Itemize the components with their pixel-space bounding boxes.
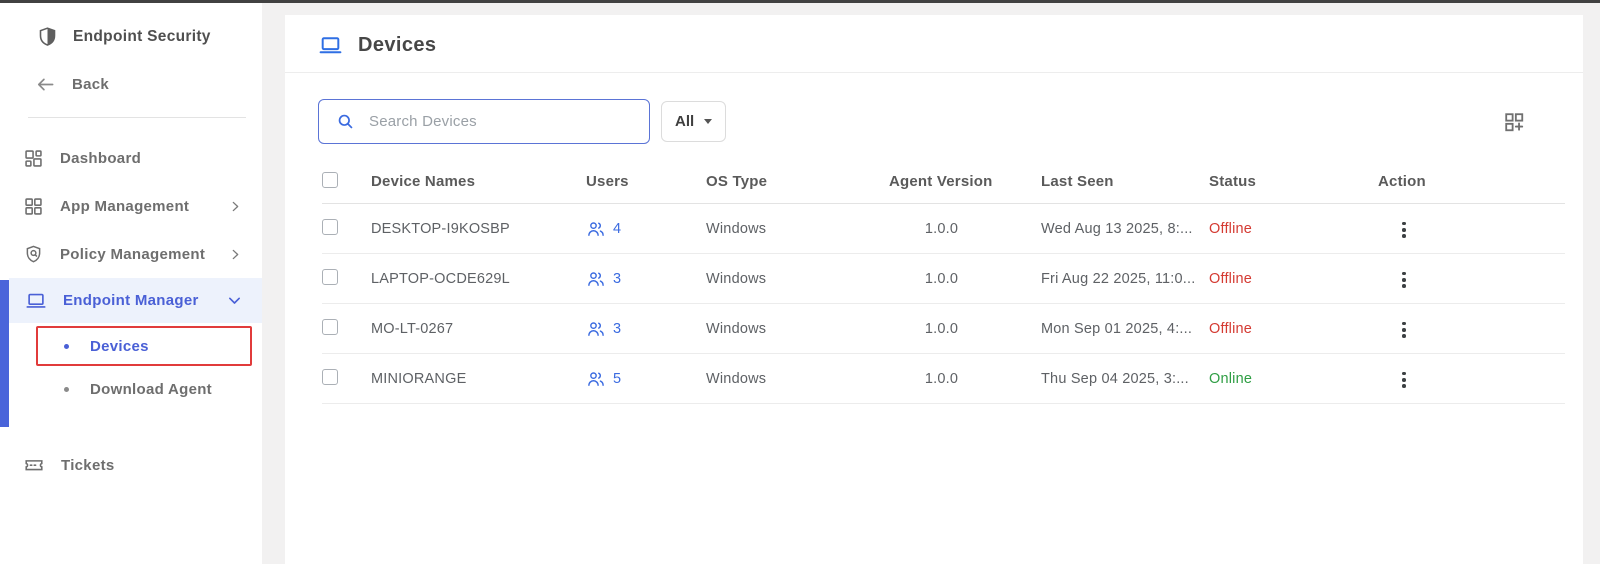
devices-panel: Devices All (285, 15, 1583, 564)
last-seen: Fri Aug 22 2025, 11:0... (1041, 271, 1209, 287)
table-row: LAPTOP-OCDE629L 3 Windows (322, 254, 1565, 304)
sidebar-item-label: App Management (60, 198, 229, 215)
table-header-row: Device Names Users OS Type Agent Version… (322, 160, 1565, 204)
os-type: Windows (706, 271, 889, 287)
chevron-down-icon (227, 293, 242, 308)
agent-version: 1.0.0 (889, 371, 994, 387)
device-name: DESKTOP-I9KOSBP (371, 221, 586, 237)
column-header-users: Users (586, 173, 706, 190)
shield-logo-icon (37, 25, 58, 48)
column-header-agent-version: Agent Version (889, 173, 1041, 190)
app-logo: Endpoint Security (0, 3, 262, 48)
kebab-menu-icon[interactable] (1392, 316, 1416, 344)
filter-value: All (675, 113, 694, 130)
main-content: Devices All (262, 3, 1600, 564)
search-input[interactable] (369, 113, 619, 130)
devices-table: Device Names Users OS Type Agent Version… (285, 160, 1583, 404)
users-icon (586, 269, 606, 289)
page-title: Devices (358, 34, 436, 57)
os-type: Windows (706, 371, 889, 387)
laptop-icon (318, 33, 343, 58)
endpoint-manager-section: Endpoint Manager Devices Download Agent (0, 278, 262, 427)
users-count[interactable]: 3 (613, 321, 621, 337)
column-header-status: Status (1209, 173, 1378, 190)
users-count[interactable]: 3 (613, 271, 621, 287)
sidebar-item-label: Policy Management (60, 246, 229, 263)
agent-version: 1.0.0 (889, 321, 994, 337)
table-row: DESKTOP-I9KOSBP 4 Windows (322, 204, 1565, 254)
users-icon (586, 219, 606, 239)
sidebar: Endpoint Security Back (0, 3, 262, 564)
last-seen: Thu Sep 04 2025, 3:... (1041, 371, 1209, 387)
kebab-menu-icon[interactable] (1392, 366, 1416, 394)
subitem-label: Download Agent (90, 381, 212, 398)
device-name: MINIORANGE (371, 371, 586, 387)
agent-version: 1.0.0 (889, 221, 994, 237)
agent-version: 1.0.0 (889, 271, 994, 287)
os-type: Windows (706, 321, 889, 337)
laptop-icon (25, 290, 47, 312)
row-checkbox[interactable] (322, 219, 338, 235)
chevron-right-icon (229, 200, 242, 213)
back-button[interactable]: Back (0, 48, 262, 93)
search-icon (336, 112, 355, 131)
sidebar-divider (28, 117, 246, 118)
device-name: LAPTOP-OCDE629L (371, 271, 586, 287)
sidebar-item-label: Tickets (61, 457, 262, 474)
filter-dropdown[interactable]: All (661, 101, 726, 142)
users-count[interactable]: 4 (613, 221, 621, 237)
table-row: MO-LT-0267 3 Windows 1 (322, 304, 1565, 354)
row-checkbox[interactable] (322, 369, 338, 385)
search-box (318, 99, 650, 144)
users-icon (586, 319, 606, 339)
sidebar-item-tickets[interactable]: Tickets (0, 441, 262, 489)
chevron-right-icon (229, 248, 242, 261)
bullet-icon (64, 387, 69, 392)
column-header-os-type: OS Type (706, 173, 889, 190)
users-icon (586, 369, 606, 389)
policy-shield-icon (23, 244, 44, 265)
select-all-checkbox[interactable] (322, 172, 338, 188)
sidebar-item-dashboard[interactable]: Dashboard (0, 134, 262, 182)
last-seen: Mon Sep 01 2025, 4:... (1041, 321, 1209, 337)
subitem-label: Devices (90, 338, 149, 355)
sidebar-item-label: Dashboard (60, 150, 262, 167)
sidebar-item-app-management[interactable]: App Management (0, 182, 262, 230)
back-label: Back (72, 76, 109, 93)
page-header: Devices (285, 15, 1583, 73)
toolbar: All (285, 73, 1583, 144)
apps-grid-icon (23, 196, 44, 217)
last-seen: Wed Aug 13 2025, 8:... (1041, 221, 1209, 237)
sidebar-item-label: Endpoint Manager (63, 292, 227, 309)
os-type: Windows (706, 221, 889, 237)
status-badge: Offline (1209, 321, 1252, 337)
sidebar-subitem-download-agent[interactable]: Download Agent (36, 369, 252, 409)
sidebar-subitem-devices[interactable]: Devices (36, 326, 252, 366)
column-header-device-names: Device Names (371, 173, 586, 190)
status-badge: Offline (1209, 271, 1252, 287)
kebab-menu-icon[interactable] (1392, 216, 1416, 244)
status-badge: Online (1209, 371, 1252, 387)
row-checkbox[interactable] (322, 269, 338, 285)
column-header-last-seen: Last Seen (1041, 173, 1209, 190)
row-checkbox[interactable] (322, 319, 338, 335)
sidebar-item-endpoint-manager[interactable]: Endpoint Manager (9, 278, 262, 323)
device-name: MO-LT-0267 (371, 321, 586, 337)
active-section-rail (0, 280, 9, 427)
ticket-icon (23, 454, 45, 476)
users-count[interactable]: 5 (613, 371, 621, 387)
app-title: Endpoint Security (73, 28, 211, 46)
grid-add-icon[interactable] (1503, 111, 1525, 133)
column-header-action: Action (1378, 173, 1565, 190)
table-row: MINIORANGE 5 Windows 1 (322, 354, 1565, 404)
status-badge: Offline (1209, 221, 1252, 237)
caret-down-icon (704, 119, 712, 124)
sidebar-item-policy-management[interactable]: Policy Management (0, 230, 262, 278)
back-arrow-icon (36, 77, 55, 92)
kebab-menu-icon[interactable] (1392, 266, 1416, 294)
dashboard-icon (23, 148, 44, 169)
sidebar-nav: Dashboard App Management (0, 134, 262, 489)
bullet-icon (64, 344, 69, 349)
